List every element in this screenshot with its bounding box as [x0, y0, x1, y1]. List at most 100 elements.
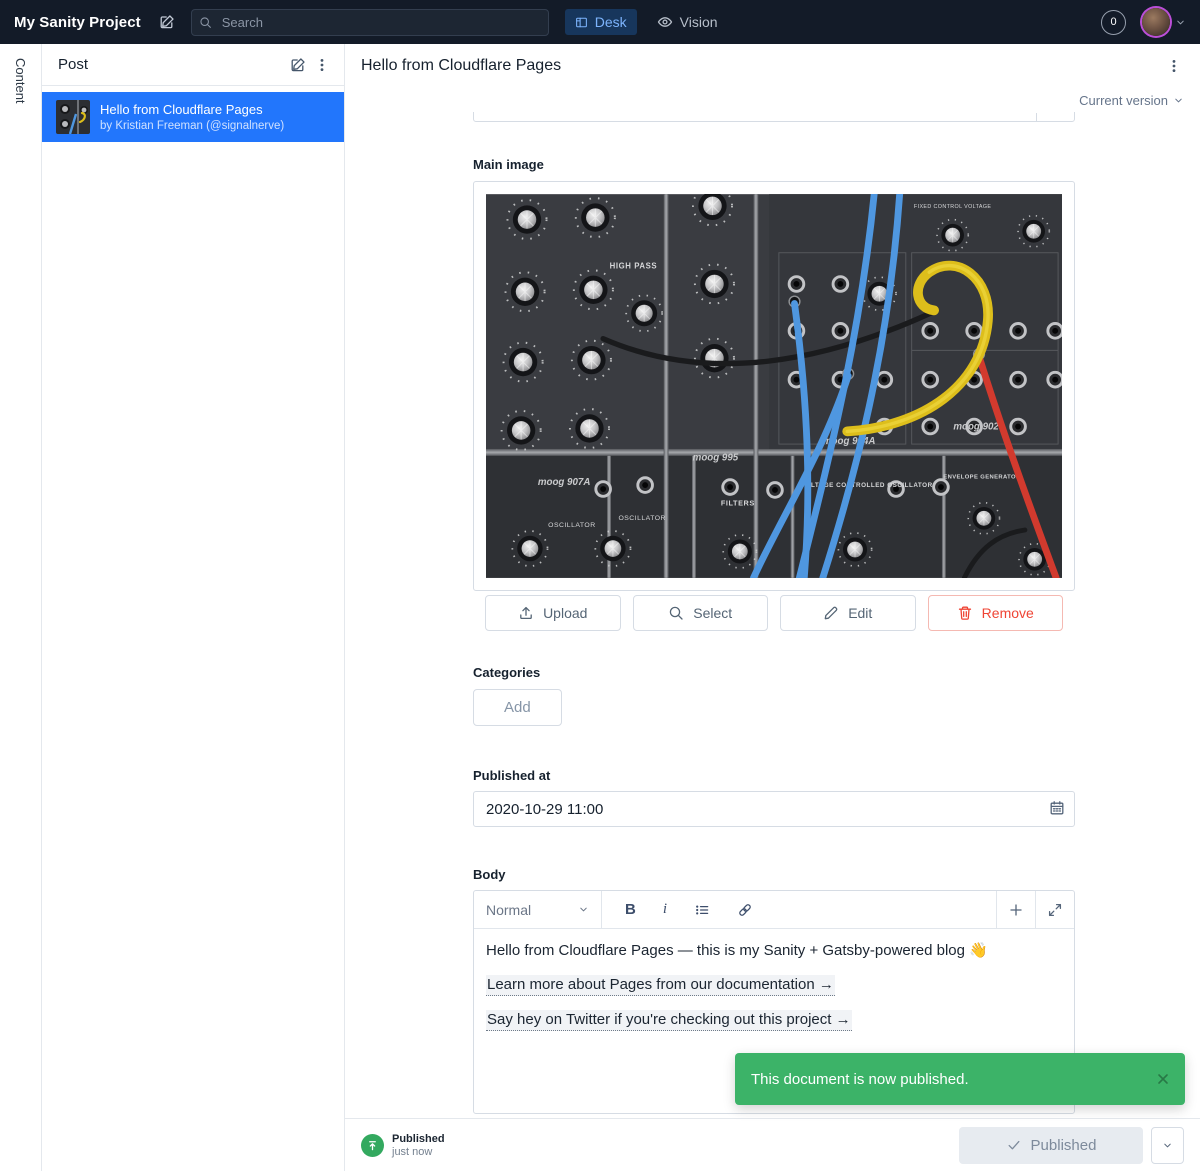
photo-label: moog 907A	[538, 477, 591, 488]
published-at-field	[473, 791, 1075, 827]
clipped-field-box[interactable]	[473, 112, 1075, 122]
create-post-button[interactable]	[286, 53, 310, 77]
pane-menu-button[interactable]	[310, 53, 334, 77]
chevron-down-icon	[1175, 17, 1186, 28]
main-area: Content Post	[0, 44, 1200, 1171]
publish-up-icon	[366, 1139, 379, 1152]
post-list-header: Post	[42, 44, 344, 86]
main-image-photo: FIXED CONTROL VOLTAGE HIGH PASS FILTERS …	[486, 194, 1062, 578]
tab-vision-label: Vision	[680, 14, 718, 30]
main-image-label: Main image	[473, 157, 1075, 173]
block-style-select[interactable]: Normal	[474, 891, 602, 928]
document-title: Hello from Cloudflare Pages	[361, 57, 1162, 75]
link-button[interactable]	[737, 902, 753, 918]
photo-label: FIXED CONTROL VOLTAGE	[914, 204, 992, 210]
editor-toolbar: Normal B i	[474, 891, 1074, 929]
fullscreen-button[interactable]	[1035, 891, 1074, 928]
document-menu-button[interactable]	[1162, 54, 1186, 78]
post-thumbnail-image	[56, 100, 90, 134]
italic-button[interactable]: i	[663, 901, 667, 918]
upload-icon	[518, 605, 534, 621]
categories-label: Categories	[473, 665, 1075, 681]
search-icon	[668, 605, 684, 621]
post-item-text: Hello from Cloudflare Pages by Kristian …	[100, 102, 284, 132]
kebab-menu-icon	[1166, 58, 1182, 74]
document-header: Hello from Cloudflare Pages	[345, 44, 1200, 88]
version-selector[interactable]: Current version	[1079, 93, 1184, 108]
post-list-item-selected[interactable]: Hello from Cloudflare Pages by Kristian …	[42, 92, 344, 142]
published-at-input[interactable]	[473, 791, 1075, 827]
toast-message: This document is now published.	[751, 1071, 1155, 1088]
project-title: My Sanity Project	[14, 14, 141, 31]
format-buttons: B i	[602, 891, 996, 928]
block-style-value: Normal	[486, 902, 531, 918]
chevron-down-icon	[578, 904, 589, 915]
tab-vision[interactable]: Vision	[647, 9, 728, 35]
bullet-list-button[interactable]	[694, 902, 710, 918]
photo-label: OSCILLATOR	[548, 522, 596, 529]
select-button[interactable]: Select	[633, 595, 769, 631]
version-label: Current version	[1079, 93, 1168, 108]
publish-button-label: Published	[1031, 1137, 1097, 1154]
main-image-field[interactable]: FIXED CONTROL VOLTAGE HIGH PASS FILTERS …	[473, 181, 1075, 591]
published-at-label: Published at	[473, 768, 1075, 784]
chevron-down-icon	[1162, 1140, 1173, 1151]
document-form: Main image	[345, 112, 1200, 1118]
version-row: Current version	[345, 88, 1200, 112]
photo-label: FILTERS	[721, 499, 755, 508]
photo-label: HIGH PASS	[610, 261, 658, 270]
edit-label: Edit	[848, 605, 872, 621]
trash-icon	[957, 605, 973, 621]
footer-actions: Published	[959, 1127, 1184, 1164]
pane-title: Post	[58, 56, 286, 73]
link-icon	[737, 902, 753, 918]
clipped-field	[473, 112, 1075, 122]
toast-close-button[interactable]	[1155, 1071, 1171, 1087]
bold-button[interactable]: B	[625, 901, 636, 918]
photo-label: ENVELOPE GENERATOR	[943, 474, 1021, 480]
publish-status-title: Published	[392, 1133, 445, 1145]
rail-content-tab[interactable]: Content	[13, 58, 28, 1171]
editor-content[interactable]: Hello from Cloudflare Pages — this is my…	[474, 929, 1074, 1056]
search-icon	[199, 16, 212, 29]
plus-icon	[1008, 902, 1024, 918]
post-thumbnail	[56, 100, 90, 134]
new-document-button[interactable]	[159, 14, 175, 30]
calendar-icon	[1049, 800, 1065, 816]
compose-icon	[290, 57, 306, 73]
image-button-row: Upload Select Edit	[485, 595, 1063, 631]
bullet-list-icon	[694, 902, 710, 918]
user-menu-chevron[interactable]	[1175, 17, 1186, 28]
search-input[interactable]	[191, 9, 549, 36]
notifications-badge[interactable]: 0	[1101, 10, 1126, 35]
tab-desk[interactable]: Desk	[565, 9, 637, 35]
calendar-button[interactable]	[1049, 800, 1065, 816]
photo-label: OSCILLATOR	[618, 515, 666, 522]
expand-icon	[1047, 902, 1063, 918]
chevron-down-icon	[1173, 95, 1184, 106]
avatar[interactable]	[1142, 8, 1170, 36]
search-container	[175, 9, 549, 36]
post-item-title: Hello from Cloudflare Pages	[100, 102, 284, 118]
clipped-field-divider	[1036, 113, 1037, 121]
content-rail: Content	[0, 44, 42, 1171]
add-category-button[interactable]: Add	[473, 689, 562, 726]
close-icon	[1155, 1071, 1171, 1087]
body-link[interactable]: Learn more about Pages from our document…	[486, 975, 835, 996]
publish-status-time: just now	[392, 1146, 445, 1158]
body-label: Body	[473, 867, 1075, 883]
check-icon	[1006, 1137, 1022, 1153]
publish-button[interactable]: Published	[959, 1127, 1143, 1164]
edit-button[interactable]: Edit	[780, 595, 916, 631]
remove-button[interactable]: Remove	[928, 595, 1064, 631]
pencil-icon	[823, 605, 839, 621]
compose-icon	[159, 14, 175, 30]
top-navbar: My Sanity Project Desk Vision 0	[0, 0, 1200, 44]
eye-icon	[657, 14, 673, 30]
publish-menu-button[interactable]	[1151, 1127, 1184, 1164]
insert-block-button[interactable]	[996, 891, 1035, 928]
photo-label: moog 902	[953, 421, 999, 432]
select-label: Select	[693, 605, 732, 621]
body-link[interactable]: Say hey on Twitter if you're checking ou…	[486, 1010, 852, 1031]
upload-button[interactable]: Upload	[485, 595, 621, 631]
